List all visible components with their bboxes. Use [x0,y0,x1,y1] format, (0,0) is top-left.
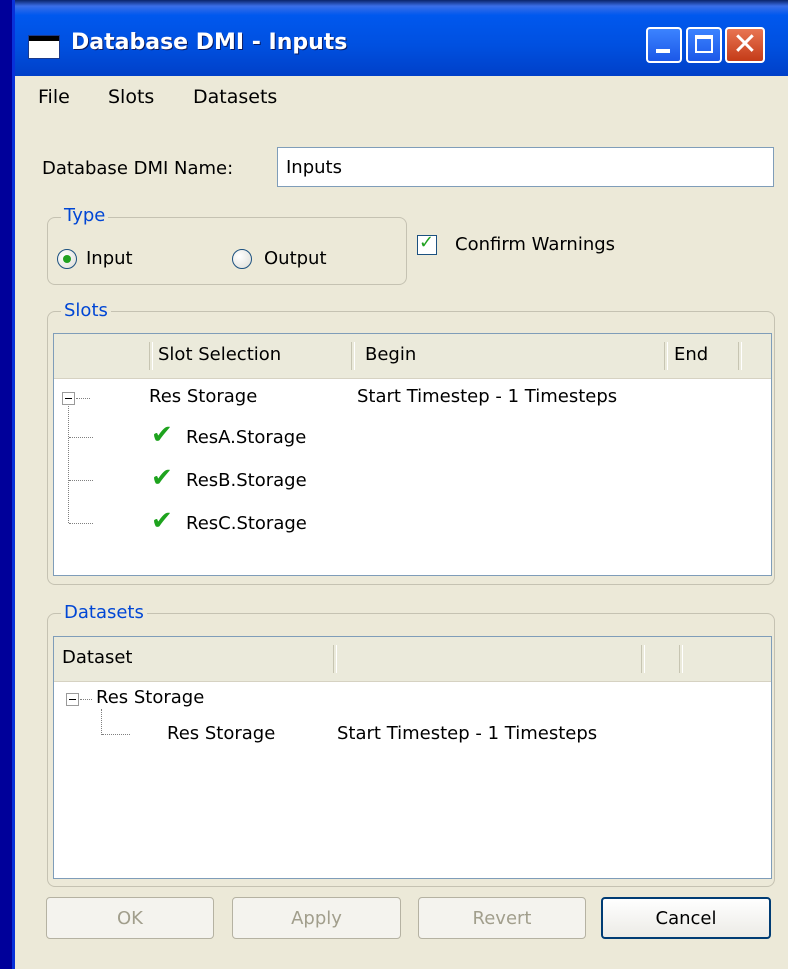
slot-item[interactable]: ResB.Storage [186,470,307,491]
dmi-name-input[interactable] [277,147,774,187]
menu-datasets[interactable]: Datasets [193,86,277,108]
slots-list-header: Slot Selection Begin End [54,334,771,379]
dataset-child-range: Start Timestep - 1 Timesteps [337,723,598,744]
tree-line [76,398,90,399]
maximize-icon [695,35,713,53]
menu-slots[interactable]: Slots [108,86,154,108]
tree-line [80,699,92,700]
column-divider[interactable] [149,342,153,370]
tree-line [69,437,93,438]
checkbox-check-icon: ✓ [419,232,435,253]
slot-group-begin: Start Timestep - 1 Timesteps [357,386,618,407]
type-group-legend: Type [61,205,109,226]
column-divider[interactable] [641,645,645,673]
minimize-button[interactable] [646,27,682,63]
tree-line [69,523,93,524]
minimize-icon [656,49,670,53]
slots-tree-list[interactable]: Slot Selection Begin End Res Storage Sta… [53,333,772,576]
confirm-warnings-checkbox[interactable]: ✓ [417,232,437,255]
column-divider[interactable] [679,645,683,673]
column-dataset[interactable]: Dataset [62,647,133,668]
menu-file[interactable]: File [38,86,70,108]
slots-group-legend: Slots [61,300,111,321]
window-icon [28,35,60,59]
slot-item[interactable]: ResC.Storage [186,513,307,534]
column-divider[interactable] [333,645,337,673]
column-divider[interactable] [664,342,668,370]
ok-button[interactable]: OK [46,897,214,939]
menu-bar: File Slots Datasets [15,76,788,120]
slot-item[interactable]: ResA.Storage [186,427,306,448]
window-title: Database DMI - Inputs [71,30,348,55]
input-radio-label[interactable]: Input [86,248,133,269]
datasets-tree-list[interactable]: Dataset Res Storage Res Storage Start Ti… [53,636,772,879]
maximize-button[interactable] [686,27,722,63]
revert-button[interactable]: Revert [418,897,586,939]
datasets-group-legend: Datasets [61,602,147,623]
selected-check-icon: ✔ [151,463,173,493]
column-begin[interactable]: Begin [365,344,416,365]
tree-line [68,406,69,523]
datasets-list-header: Dataset [54,637,771,682]
close-icon: ✕ [732,27,758,62]
selected-check-icon: ✔ [151,506,173,536]
dmi-name-label: Database DMI Name: [42,158,234,179]
tree-line [102,734,130,735]
radio-selected-dot [63,255,71,263]
column-divider[interactable] [351,342,355,370]
output-radio[interactable] [232,249,252,269]
column-divider[interactable] [738,342,742,370]
confirm-warnings-label[interactable]: Confirm Warnings [455,234,615,255]
column-end[interactable]: End [674,344,708,365]
dataset-group-name[interactable]: Res Storage [96,687,204,708]
collapse-icon[interactable] [62,392,75,405]
apply-button[interactable]: Apply [232,897,401,939]
column-slot-selection[interactable]: Slot Selection [158,344,281,365]
dataset-child-name[interactable]: Res Storage [167,723,275,744]
cancel-button[interactable]: Cancel [601,897,771,939]
tree-line [101,709,102,735]
input-radio[interactable] [57,249,77,269]
collapse-icon[interactable] [66,693,79,706]
title-bar[interactable]: Database DMI - Inputs ✕ [15,0,788,76]
close-button[interactable]: ✕ [725,27,765,63]
dialog-window: Database DMI - Inputs ✕ File Slots Datas… [12,0,788,969]
tree-line [69,480,93,481]
output-radio-label[interactable]: Output [264,248,327,269]
selected-check-icon: ✔ [151,420,173,450]
slot-group-name[interactable]: Res Storage [149,386,257,407]
